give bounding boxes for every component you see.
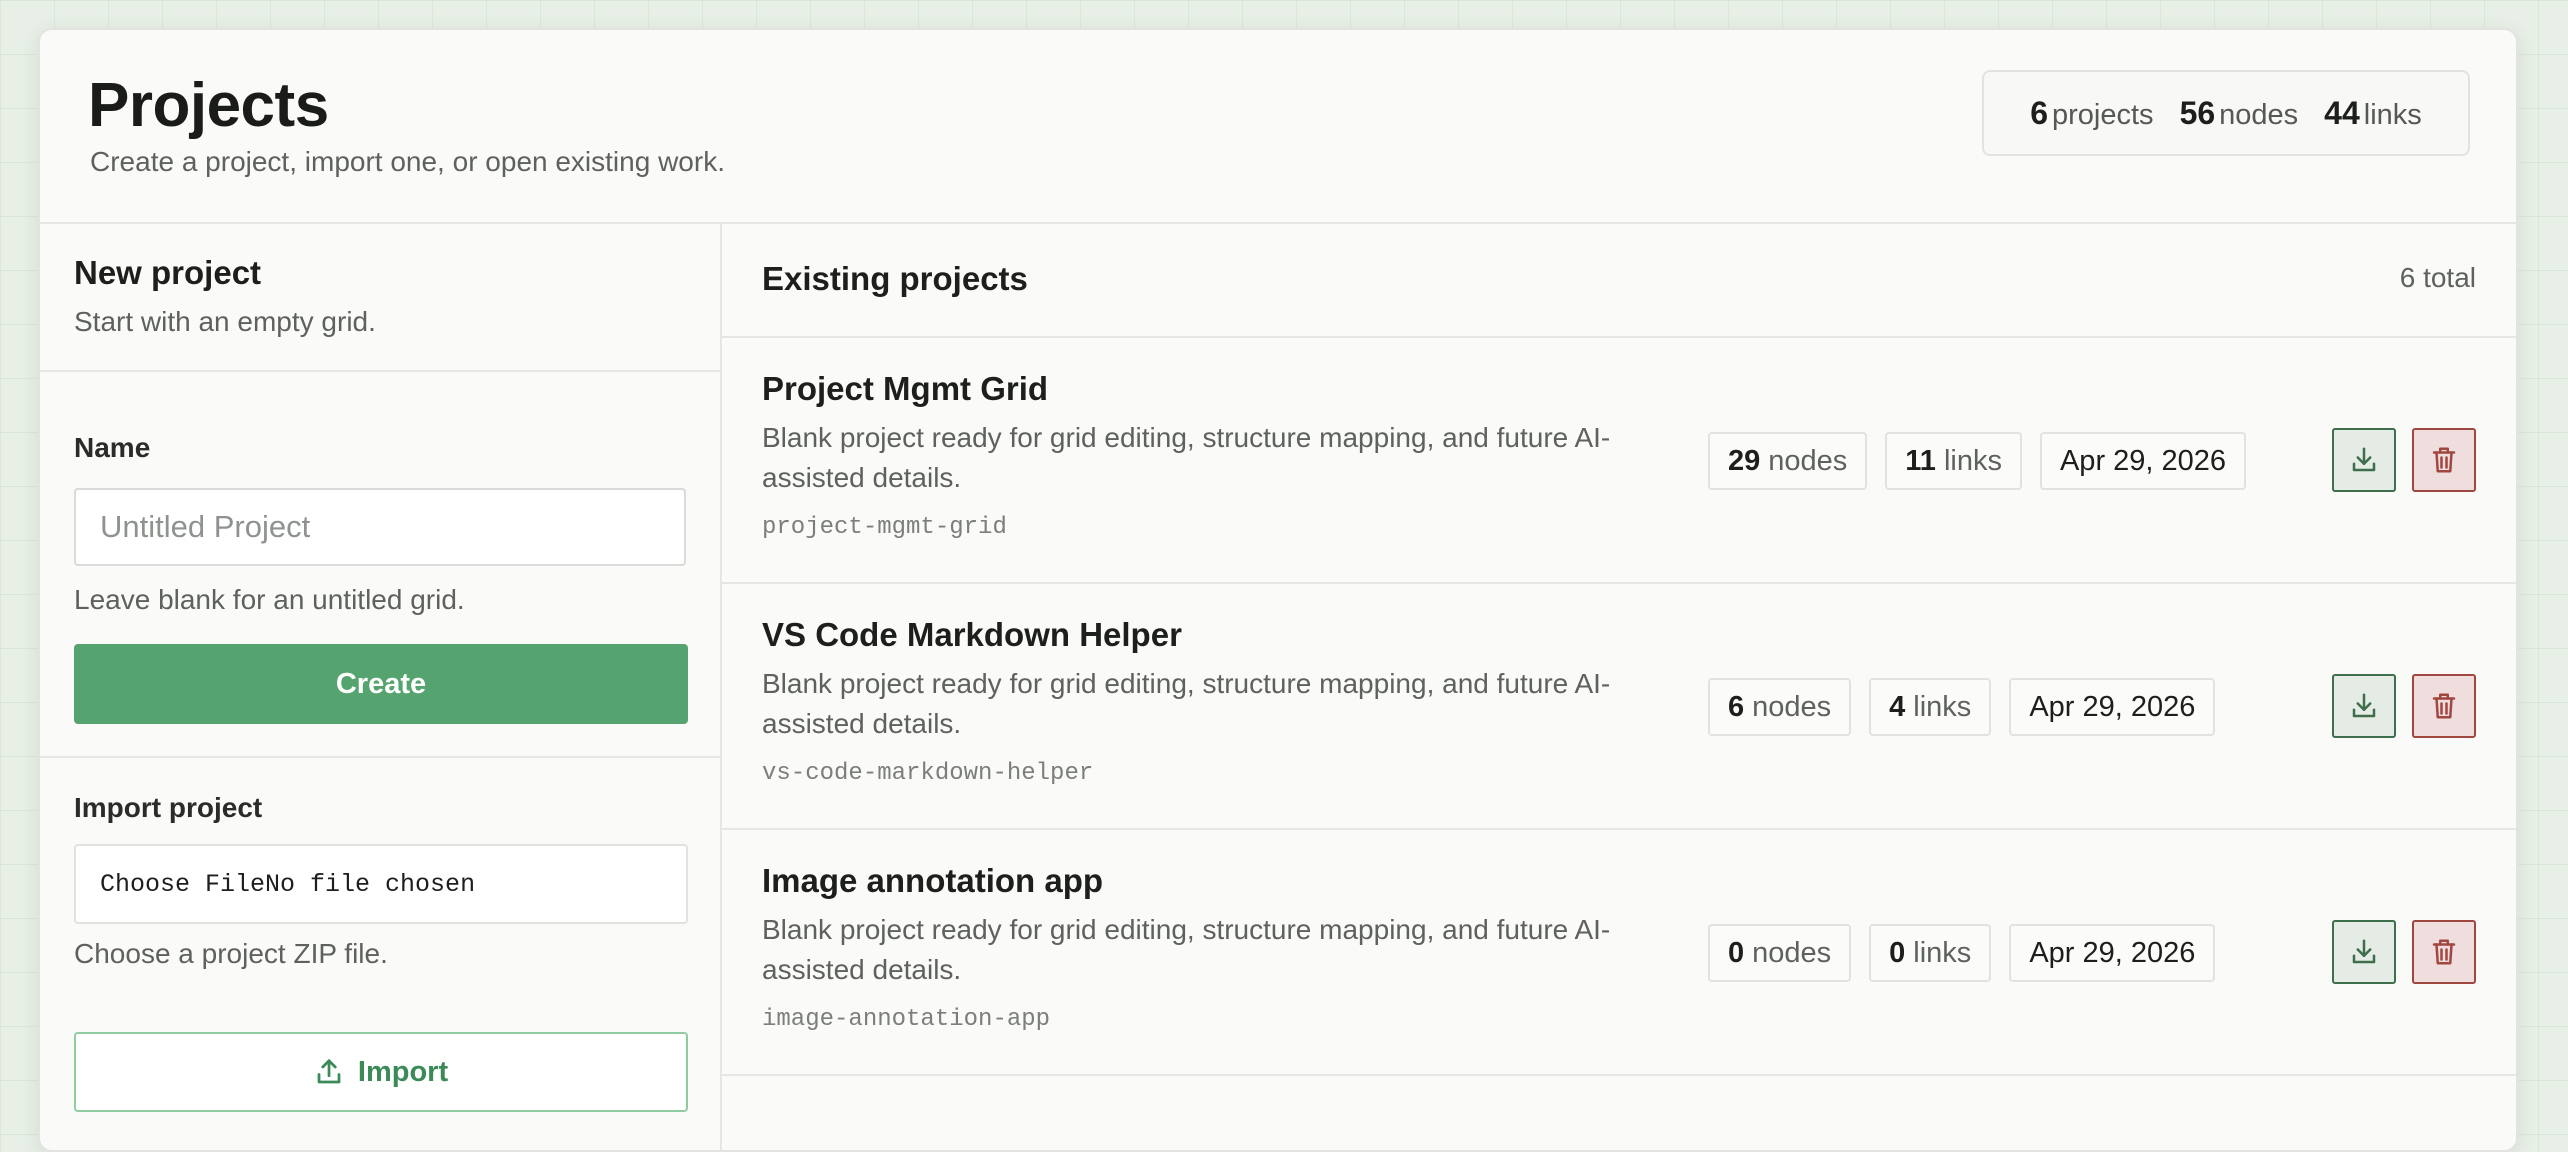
new-project-subtitle: Start with an empty grid. (74, 306, 376, 337)
project-slug: image-annotation-app (762, 1006, 1051, 1033)
download-button[interactable] (2332, 920, 2396, 984)
date-chip: Apr 29, 2026 (2009, 678, 2216, 736)
import-hint: Choose a project ZIP file. (74, 938, 388, 969)
sidebar-forms: New project Start with an empty grid. Na… (40, 224, 722, 1150)
project-meta: 0 nodes 0 links Apr 29, 2026 (1708, 924, 2216, 982)
project-name[interactable]: Image annotation app (762, 862, 1103, 900)
project-description: Blank project ready for grid editing, st… (762, 914, 1611, 985)
links-chip: 11 links (1885, 432, 2022, 490)
projects-total: 6 total (2399, 262, 2476, 293)
import-project-title: Import project (74, 792, 263, 823)
project-description: Blank project ready for grid editing, st… (762, 668, 1611, 739)
project-slug: vs-code-markdown-helper (762, 760, 1094, 787)
file-status: No file chosen (265, 869, 476, 899)
nodes-chip: 29 nodes (1708, 432, 1868, 490)
links-chip: 4 links (1869, 678, 1992, 736)
page-title: Projects (88, 71, 329, 140)
trash-icon (2432, 939, 2456, 965)
existing-projects-header: Existing projects 6 total (722, 224, 2516, 338)
download-button[interactable] (2332, 428, 2396, 492)
new-project-title: New project (74, 254, 262, 291)
delete-button[interactable] (2412, 428, 2476, 492)
trash-icon (2432, 693, 2456, 719)
divider (40, 756, 720, 758)
summary-stats: 6 projects 56 nodes 44 links (1982, 70, 2470, 156)
links-stat: 44 links (2324, 94, 2422, 131)
project-meta: 6 nodes 4 links Apr 29, 2026 (1708, 678, 2216, 736)
project-name[interactable]: VS Code Markdown Helper (762, 616, 1182, 654)
nodes-chip: 0 nodes (1708, 924, 1852, 982)
download-icon (2352, 939, 2376, 964)
nodes-stat: 56 nodes (2179, 94, 2299, 131)
links-chip: 0 links (1869, 924, 1992, 982)
project-meta: 29 nodes 11 links Apr 29, 2026 (1708, 432, 2247, 490)
divider (40, 370, 720, 372)
download-icon (2352, 447, 2376, 472)
projects-stat: 6 projects (2030, 94, 2154, 131)
name-hint: Leave blank for an untitled grid. (74, 584, 465, 615)
existing-projects: Existing projects 6 total Project Mgmt G… (722, 224, 2516, 1150)
upload-icon (317, 1059, 341, 1084)
project-name[interactable]: Project Mgmt Grid (762, 370, 1048, 408)
page-subtitle: Create a project, import one, or open ex… (90, 146, 725, 177)
import-button[interactable]: Import (74, 1032, 688, 1112)
import-label: Import (357, 1055, 449, 1088)
project-row[interactable]: VS Code Markdown Helper Blank project re… (722, 584, 2516, 830)
date-chip: Apr 29, 2026 (2039, 432, 2247, 490)
project-name-input[interactable] (74, 488, 686, 566)
download-button[interactable] (2332, 674, 2396, 738)
date-chip: Apr 29, 2026 (2009, 924, 2216, 982)
project-description: Blank project ready for grid editing, st… (762, 422, 1611, 493)
existing-projects-title: Existing projects (762, 260, 1028, 297)
download-icon (2352, 693, 2376, 718)
page-header: Projects Create a project, import one, o… (40, 30, 2516, 224)
choose-file-button[interactable]: Choose File (100, 870, 265, 899)
project-slug: project-mgmt-grid (762, 514, 1007, 541)
project-row[interactable]: Image annotation app Blank project ready… (722, 830, 2516, 1076)
nodes-chip: 6 nodes (1708, 678, 1852, 736)
project-row[interactable]: Project Mgmt Grid Blank project ready fo… (722, 338, 2516, 584)
delete-button[interactable] (2412, 920, 2476, 984)
name-label: Name (74, 432, 151, 463)
trash-icon (2432, 447, 2456, 473)
create-button[interactable]: Create (74, 644, 688, 724)
file-chooser[interactable]: Choose File No file chosen (74, 844, 688, 924)
delete-button[interactable] (2412, 674, 2476, 738)
projects-panel: Projects Create a project, import one, o… (38, 28, 2518, 1152)
